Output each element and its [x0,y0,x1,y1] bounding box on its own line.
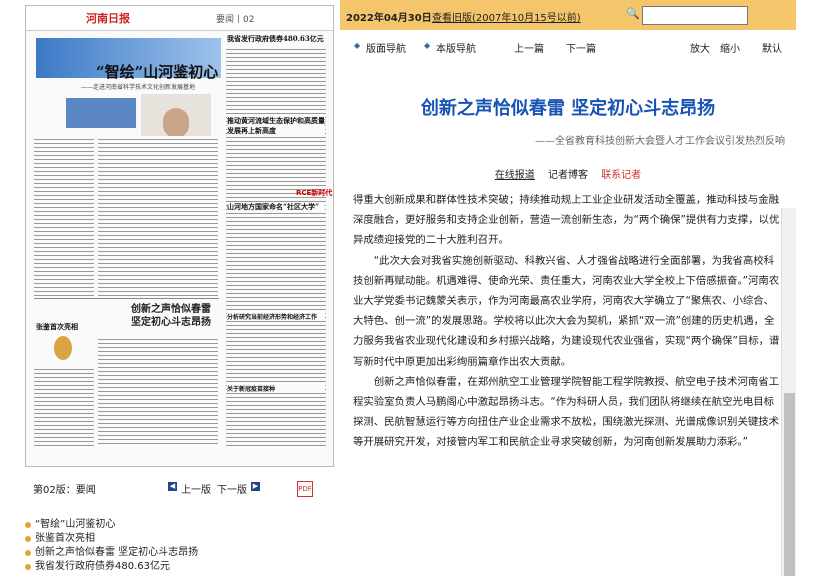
thumb-text-column [34,136,94,296]
newspaper-panel: 河南日报 要闻丨02 “智绘”山河鉴初心 ——走进河南省科学技术文化创新发展基地… [0,0,340,576]
thumb-headline-second[interactable]: 创新之声恰似春雷 坚定初心斗志昂扬 [126,303,216,329]
thumb-right-title[interactable]: 关于新冠疫苗接种 [227,384,325,393]
scrollbar-thumb[interactable] [784,393,795,576]
layout-nav-bullet-icon: ◆ [354,41,361,50]
online-report-link[interactable]: 在线报道 [495,170,535,181]
issue-nav-bullet-icon: ◆ [424,41,431,50]
layout-nav-link[interactable]: 版面导航 [366,40,406,55]
issue-nav-link[interactable]: 本版导航 [436,40,476,55]
next-page-link[interactable]: 下一版 [217,481,247,496]
old-version-link[interactable]: 查看旧版(2007年10月15号以前) [432,9,581,24]
masthead-logo: 河南日报 [86,12,130,25]
search-input[interactable] [642,6,748,25]
thumb-right-title[interactable]: 我省发行政府债券480.63亿元 [227,34,324,44]
article-subheadline: ——全省教育科技创新大会暨人才工作会议引发热烈反响 [535,136,785,147]
article-scrollbar[interactable] [781,208,797,576]
next-page-arrow-icon[interactable]: ▶ [251,482,260,491]
reporter-blog-link[interactable]: 记者博客 [548,170,588,181]
article-paragraph: “此次大会对我省实施创新驱动、科教兴省、人才强省战略进行全面部署，为我省高校科技… [353,254,780,368]
zoom-in-button[interactable]: 放大 [690,40,710,55]
page-margin [796,0,818,576]
article-byline-links: 在线报道 记者博客 联系记者 [340,166,796,181]
article-body: 得重大创新成果和群体性技术突破；持续推动规上工业企业研发活动全覆盖，推动科技与金… [353,190,781,576]
article-paragraph: 得重大创新成果和群体性技术突破；持续推动规上工业企业研发活动全覆盖，推动科技与金… [353,194,780,247]
zoom-out-button[interactable]: 缩小 [720,40,740,55]
thumb-divider [34,298,219,299]
thumb-left-small-title[interactable]: 张鉴首次亮相 [36,322,78,332]
portrait-head [163,108,189,138]
thumb-subline-main: ——走进河南省科学技术文化创新发展基地 [81,84,196,91]
prev-article-link[interactable]: 上一篇 [514,40,544,55]
newspaper-masthead: 河南日报 要闻丨02 [26,6,333,31]
article-paragraph: 创新之声恰似春雷，在郑州航空工业管理学院智能工程学院教授、航空电子技术河南省工程… [353,375,780,449]
newspaper-page-thumbnail[interactable]: 河南日报 要闻丨02 “智绘”山河鉴初心 ——走进河南省科学技术文化创新发展基地… [25,5,334,467]
title-list-item[interactable]: “智绘”山河鉴初心 [25,518,198,532]
prev-page-arrow-icon[interactable]: ◀ [168,482,177,491]
thumb-headline-main[interactable]: “智绘”山河鉴初心 [96,61,218,82]
thumb-text-column [34,366,94,446]
article-title-list: “智绘”山河鉴初心 张鉴首次亮相 创新之声恰似春雷 坚定初心斗志昂扬 我省发行政… [25,518,198,574]
page-navigation-bar: 第02版：要闻 ◀ 上一版 下一版 ▶ PDF [25,478,332,497]
default-size-button[interactable]: 默认 [762,40,782,55]
thumb-text-column [98,336,218,446]
thumb-right-title[interactable]: 山河地方国家命名“社区大学” [227,202,325,212]
title-list-item[interactable]: 创新之声恰似春雷 坚定初心斗志昂扬 [25,546,198,560]
next-article-link[interactable]: 下一篇 [566,40,596,55]
page-name-label: 第02版：要闻 [33,485,96,496]
masthead-page-label: 要闻丨02 [216,15,255,25]
top-toolbar: 2022年04月30日 查看旧版(2007年10月15号以前) 🔍 [340,0,796,30]
thumb-right-title[interactable]: 推动黄河流域生态保护和高质量发展再上新高度 [227,116,325,136]
title-list-item[interactable]: 我省发行政府债券480.63亿元 [25,560,198,574]
thumb-red-tag: RCE新时代 [296,189,333,197]
thumb-medal-image [54,336,72,360]
prev-page-link[interactable]: 上一版 [181,481,211,496]
pdf-icon[interactable]: PDF [297,481,313,497]
article-navigation-bar: ◆ 版面导航 ◆ 本版导航 上一篇 下一篇 放大 缩小 默认 [340,30,796,65]
thumb-right-title[interactable]: 分析研究当前经济形势和经济工作 [227,312,325,321]
thumb-blue-box [66,98,136,128]
thumb-text-column [98,136,218,296]
article-headline: 创新之声恰似春雷 坚定初心斗志昂扬 [420,98,716,119]
contact-reporter-link[interactable]: 联系记者 [601,170,641,181]
title-list-item[interactable]: 张鉴首次亮相 [25,532,198,546]
issue-date: 2022年04月30日 [346,13,432,24]
search-icon[interactable]: 🔍 [626,7,640,20]
